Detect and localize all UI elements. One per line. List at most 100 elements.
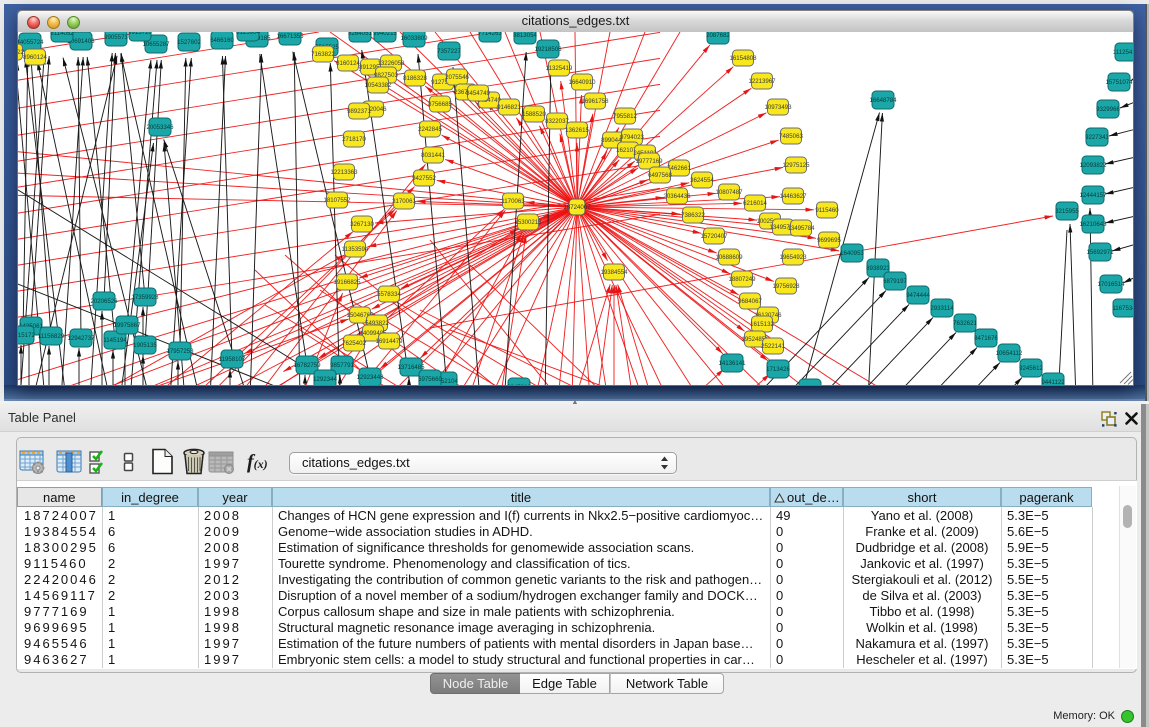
svg-text:14463627: 14463627 xyxy=(779,193,807,200)
svg-text:10543382: 10543382 xyxy=(364,82,392,89)
svg-text:19756928: 19756928 xyxy=(772,283,800,290)
svg-text:8960124: 8960124 xyxy=(23,54,47,61)
svg-text:9892371: 9892371 xyxy=(347,108,371,115)
svg-text:17016514: 17016514 xyxy=(1097,281,1125,288)
svg-text:8031441: 8031441 xyxy=(421,152,445,159)
svg-text:10688609: 10688609 xyxy=(715,254,743,261)
svg-text:2242845: 2242845 xyxy=(418,126,442,133)
svg-text:18107552: 18107552 xyxy=(323,197,351,204)
svg-text:10973493: 10973493 xyxy=(764,104,792,111)
svg-text:9905573: 9905573 xyxy=(104,34,128,41)
svg-text:8114052: 8114052 xyxy=(50,32,74,37)
svg-text:16648784: 16648784 xyxy=(869,97,897,104)
svg-text:12444157: 12444157 xyxy=(1079,192,1107,199)
svg-text:15751074: 15751074 xyxy=(1105,79,1133,86)
svg-text:7357227: 7357227 xyxy=(437,48,461,55)
svg-text:9329966: 9329966 xyxy=(1096,106,1120,113)
svg-text:7485063: 7485063 xyxy=(779,133,803,140)
svg-text:1292344: 1292344 xyxy=(313,376,337,383)
svg-text:11325419: 11325419 xyxy=(546,65,573,72)
svg-text:3267130: 3267130 xyxy=(350,221,374,228)
svg-text:10807487: 10807487 xyxy=(715,189,743,196)
svg-text:19218506: 19218506 xyxy=(534,46,562,53)
svg-text:8125904: 8125904 xyxy=(236,32,260,36)
svg-text:18724007: 18724007 xyxy=(563,204,591,211)
svg-text:2075546: 2075546 xyxy=(445,74,469,81)
svg-text:9227343: 9227343 xyxy=(1085,134,1109,141)
svg-text:14055724: 14055724 xyxy=(18,39,44,46)
svg-text:8756685: 8756685 xyxy=(428,101,452,108)
svg-text:12213363: 12213363 xyxy=(330,169,358,176)
svg-text:2245012: 2245012 xyxy=(507,384,531,385)
svg-text:19975867: 19975867 xyxy=(113,322,141,329)
svg-text:9940215: 9940215 xyxy=(373,32,397,37)
svg-text:6497568: 6497568 xyxy=(648,172,672,179)
svg-text:9794023: 9794023 xyxy=(620,134,644,141)
svg-text:13495784: 13495784 xyxy=(787,225,815,232)
svg-text:19166825: 19166825 xyxy=(333,279,361,286)
svg-text:1713426: 1713426 xyxy=(766,366,790,373)
svg-text:18807249: 18807249 xyxy=(728,276,756,283)
svg-text:1145194: 1145194 xyxy=(103,337,127,344)
svg-text:8454749: 8454749 xyxy=(466,90,490,97)
svg-text:7714263: 7714263 xyxy=(478,32,502,37)
svg-text:7625402: 7625402 xyxy=(342,340,366,347)
svg-text:8471676: 8471676 xyxy=(974,335,998,342)
svg-text:9474444: 9474444 xyxy=(906,292,930,299)
svg-text:13226058: 13226058 xyxy=(377,60,405,67)
svg-text:19654923: 19654923 xyxy=(779,254,807,261)
svg-text:8322037: 8322037 xyxy=(545,118,569,125)
svg-text:16640910: 16640910 xyxy=(568,79,596,86)
svg-text:12942737: 12942737 xyxy=(67,335,95,342)
svg-text:1170063: 1170063 xyxy=(501,198,525,205)
svg-text:17359928: 17359928 xyxy=(131,294,159,301)
svg-text:17957253: 17957253 xyxy=(166,348,194,355)
svg-text:12093822: 12093822 xyxy=(1079,162,1107,169)
svg-text:15720407: 15720407 xyxy=(700,233,728,240)
svg-text:12923448: 12923448 xyxy=(356,374,384,381)
svg-text:11353594: 11353594 xyxy=(342,246,369,253)
svg-text:9146821: 9146821 xyxy=(497,104,521,111)
svg-text:9245612: 9245612 xyxy=(1019,365,1043,372)
svg-text:10654112: 10654112 xyxy=(996,350,1023,357)
svg-text:1615132: 1615132 xyxy=(750,321,774,328)
svg-text:12213967: 12213967 xyxy=(748,78,776,85)
svg-text:3215955: 3215955 xyxy=(1055,208,1079,215)
svg-text:8160124: 8160124 xyxy=(336,60,360,67)
svg-text:2522141: 2522141 xyxy=(761,343,785,350)
svg-text:3624554: 3624554 xyxy=(690,177,714,184)
svg-text:1905135: 1905135 xyxy=(133,342,157,349)
svg-text:8186328: 8186328 xyxy=(403,75,427,82)
svg-text:6466160: 6466160 xyxy=(210,37,234,44)
svg-text:1362615: 1362615 xyxy=(565,127,589,134)
svg-text:2087682: 2087682 xyxy=(706,32,730,39)
svg-text:11156829: 11156829 xyxy=(38,333,65,340)
svg-text:20364436: 20364436 xyxy=(663,193,691,200)
svg-text:15692971: 15692971 xyxy=(1086,249,1114,256)
svg-text:7632621: 7632621 xyxy=(953,320,977,327)
svg-text:1527602: 1527602 xyxy=(177,39,201,46)
svg-text:5975660: 5975660 xyxy=(418,376,442,383)
svg-text:1167534: 1167534 xyxy=(1112,305,1133,312)
svg-text:11958107: 11958107 xyxy=(219,356,246,363)
svg-text:9427552: 9427552 xyxy=(412,175,436,182)
svg-text:8264051: 8264051 xyxy=(348,32,372,37)
svg-text:8938923: 8938923 xyxy=(866,265,890,272)
svg-text:16154808: 16154808 xyxy=(729,55,757,62)
svg-text:20206526: 20206526 xyxy=(90,298,118,305)
svg-text:1588520: 1588520 xyxy=(522,111,546,118)
svg-text:2718170: 2718170 xyxy=(342,136,366,143)
svg-text:14136141: 14136141 xyxy=(718,360,746,367)
svg-text:16914479: 16914479 xyxy=(375,338,403,345)
svg-text:15300213: 15300213 xyxy=(514,219,542,226)
svg-text:12975125: 12975125 xyxy=(782,162,810,169)
svg-text:5578334: 5578334 xyxy=(377,291,401,298)
svg-text:6879197: 6879197 xyxy=(883,278,907,285)
svg-text:8813054: 8813054 xyxy=(513,32,537,39)
svg-text:19777169: 19777169 xyxy=(635,158,663,165)
svg-text:9441122: 9441122 xyxy=(1041,379,1065,385)
svg-text:13716485: 13716485 xyxy=(397,364,425,371)
svg-text:7163822: 7163822 xyxy=(311,51,335,58)
svg-text:16961758: 16961758 xyxy=(581,98,609,105)
svg-text:7386322: 7386322 xyxy=(681,212,705,219)
